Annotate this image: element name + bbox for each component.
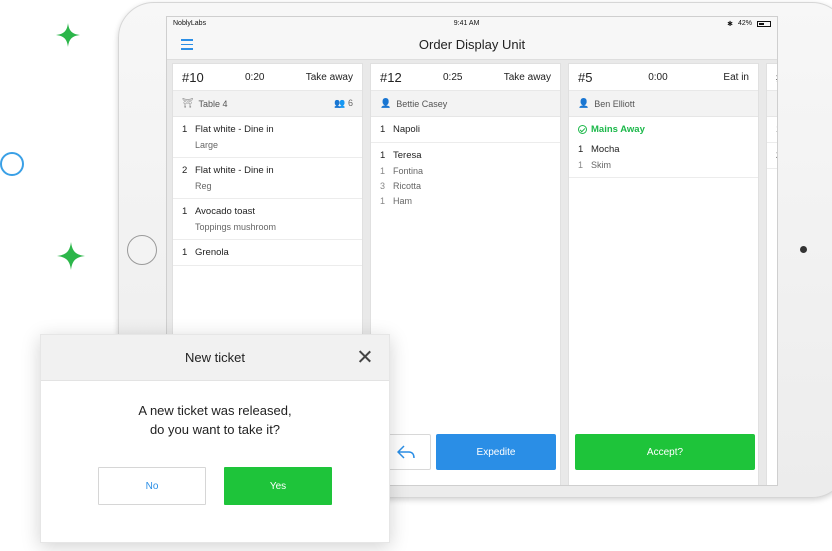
app-bar: Order Display Unit: [167, 30, 777, 60]
ticket-customer-row: [767, 91, 777, 117]
clock-label: 9:41 AM: [453, 20, 480, 27]
list-item[interactable]: 1 Napoli: [371, 117, 560, 143]
list-item[interactable]: 1 Avocado toast Toppings mushroom: [173, 199, 362, 240]
person-icon: 👤: [578, 98, 590, 108]
ticket-number: #12: [380, 69, 402, 85]
ticket-type: Take away: [305, 71, 353, 83]
list-item[interactable]: 1 Grenola: [173, 240, 362, 266]
ticket-number: #: [776, 70, 777, 85]
sparkle-icon: [56, 23, 80, 47]
ticket-number: #5: [578, 69, 593, 85]
status-bar: NoblyLabs 9:41 AM ✱ 42%: [167, 17, 777, 30]
accept-button[interactable]: Accept?: [575, 434, 755, 470]
no-button[interactable]: No: [98, 467, 206, 505]
camera-dot: [800, 246, 807, 253]
circle-outline-icon: [0, 152, 24, 176]
list-item[interactable]: 1: [767, 117, 777, 143]
home-button[interactable]: [127, 235, 157, 265]
list-item[interactable]: 1 Mocha 1 Skim: [569, 137, 758, 178]
battery-label: 42%: [737, 20, 752, 27]
list-item[interactable]: 2 Flat white - Dine in Reg: [173, 158, 362, 199]
check-circle-icon: [578, 125, 587, 134]
dialog-title: New ticket: [185, 350, 245, 365]
ticket-header: #: [767, 64, 777, 91]
guest-count: 6: [347, 98, 353, 108]
status-badge: Mains Away: [569, 117, 758, 137]
close-icon[interactable]: [358, 350, 371, 363]
sparkle-icon: [57, 242, 85, 270]
ticket-timer: 0:25: [442, 71, 463, 83]
ticket-header: #5 0:00 Eat in: [569, 64, 758, 91]
ticket-number: #10: [182, 69, 204, 85]
undo-arrow-icon: [397, 445, 415, 459]
dialog-message: A new ticket was released, do you want t…: [138, 403, 292, 437]
table-icon: ⛩: [182, 98, 194, 108]
dialog-header: New ticket: [41, 335, 389, 381]
person-icon: 👤: [380, 98, 392, 108]
ticket-timer: 0:00: [648, 71, 668, 83]
ticket-header: #12 0:25 Take away: [371, 64, 560, 91]
ticket-customer: Table 4: [198, 98, 228, 109]
ticket-header: #10 0:20 Take away: [173, 64, 362, 91]
hamburger-menu-icon[interactable]: [181, 39, 193, 50]
expedite-button[interactable]: Expedite: [436, 434, 556, 470]
ticket-customer: Bettie Casey: [396, 98, 448, 109]
guests-icon: 👥: [334, 98, 346, 108]
ticket-customer-row: 👤 Ben Elliott: [569, 91, 758, 117]
ticket-customer-row: 👤 Bettie Casey: [371, 91, 560, 117]
list-item[interactable]: 1 Flat white - Dine in Large: [173, 117, 362, 158]
list-item[interactable]: 2: [767, 143, 777, 169]
ticket-type: Take away: [503, 71, 551, 83]
ticket-customer-row: ⛩ Table 4 👥 6: [173, 91, 362, 117]
yes-button[interactable]: Yes: [224, 467, 332, 505]
ticket-customer: Ben Elliott: [594, 98, 635, 109]
ticket-timer: 0:20: [244, 71, 265, 83]
new-ticket-dialog: New ticket A new ticket was released, do…: [40, 334, 390, 543]
ticket-card[interactable]: # 1 2: [766, 63, 777, 485]
ticket-type: Eat in: [723, 71, 749, 83]
bluetooth-icon: ✱: [727, 20, 733, 28]
ticket-card[interactable]: #12 0:25 Take away 👤 Bettie Casey 1 Napol…: [370, 63, 561, 485]
battery-icon: [757, 20, 771, 27]
page-title: Order Display Unit: [418, 37, 526, 52]
carrier-label: NoblyLabs: [173, 20, 207, 27]
ticket-card[interactable]: #5 0:00 Eat in 👤 Ben Elliott Mains Away …: [568, 63, 759, 485]
list-item[interactable]: 1 Teresa 1 Fontina 3 Ricotta 1 Ham: [371, 143, 560, 213]
